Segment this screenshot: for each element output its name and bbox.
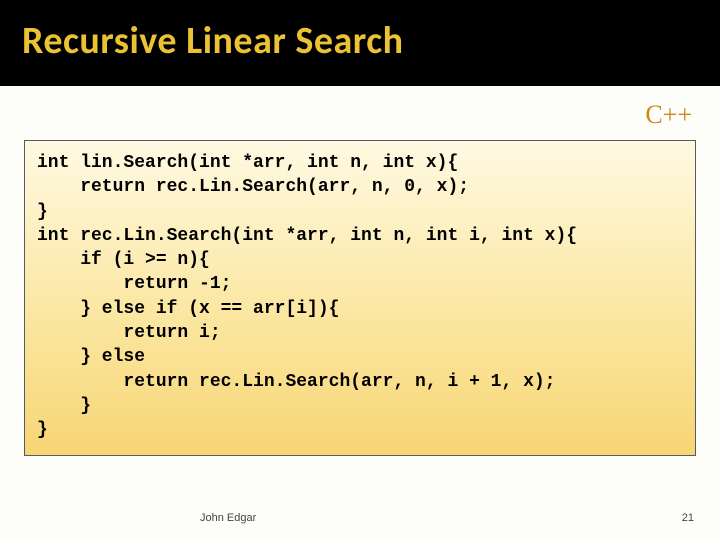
code-block: int lin.Search(int *arr, int n, int x){ … [24, 140, 696, 456]
language-label: C++ [0, 86, 720, 136]
slide: Recursive Linear Search C++ int lin.Sear… [0, 0, 720, 540]
footer: John Edgar 21 [0, 512, 720, 524]
page-number: 21 [682, 512, 694, 524]
author-name: John Edgar [200, 512, 256, 524]
slide-title: Recursive Linear Search [22, 18, 720, 64]
title-bar: Recursive Linear Search [0, 0, 720, 86]
